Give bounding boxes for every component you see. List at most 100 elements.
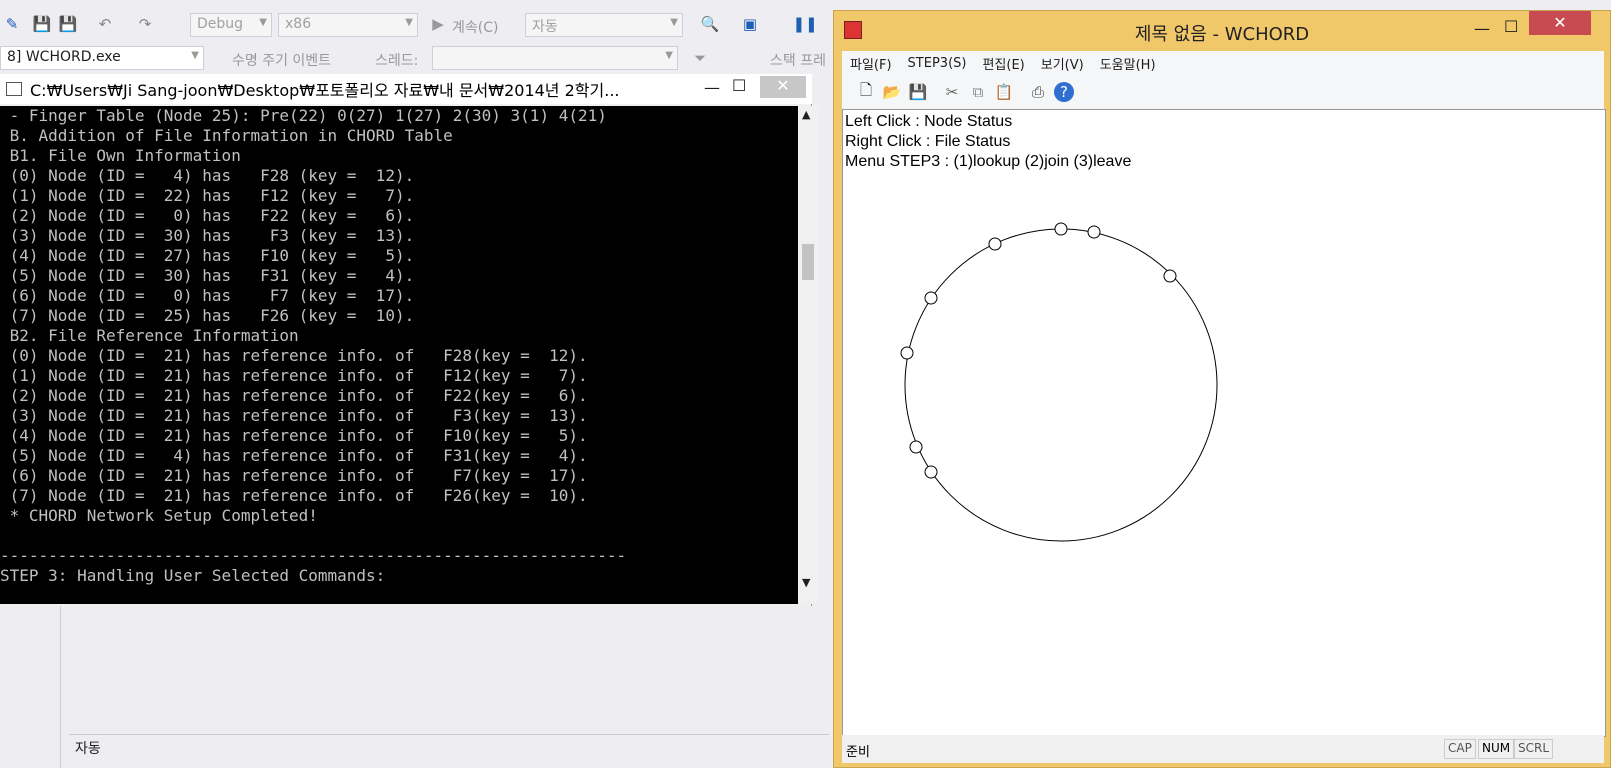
console-line: (5) Node (ID = 4) has reference info. of… — [0, 446, 588, 465]
status-cap: CAP — [1444, 739, 1476, 759]
open-icon[interactable]: ✎ — [2, 14, 22, 34]
pause-icon[interactable]: ❚❚ — [792, 14, 817, 34]
close-icon[interactable]: ✕ — [760, 76, 806, 98]
scroll-down-icon[interactable]: ▼ — [802, 576, 810, 589]
play-icon[interactable]: ▶ — [428, 14, 448, 34]
console-line: (1) Node (ID = 21) has reference info. o… — [0, 366, 588, 385]
console-line: B. Addition of File Information in CHORD… — [0, 126, 453, 145]
thread-combo[interactable]: ▼ — [432, 46, 678, 70]
platform-combo-value: x86 — [285, 16, 312, 32]
chord-node[interactable] — [1163, 269, 1177, 283]
console-line: (2) Node (ID = 0) has F22 (key = 6). — [0, 206, 415, 225]
chord-ring-diagram[interactable] — [843, 110, 1603, 734]
console-line: (2) Node (ID = 21) has reference info. o… — [0, 386, 588, 405]
console-line: (5) Node (ID = 30) has F31 (key = 4). — [0, 266, 415, 285]
find-icon[interactable]: 🔍 — [700, 14, 720, 34]
console-line: (1) Node (ID = 22) has F12 (key = 7). — [0, 186, 415, 205]
console-line: (6) Node (ID = 0) has F7 (key = 17). — [0, 286, 415, 305]
console-line: ----------------------------------------… — [0, 546, 627, 565]
undo-icon[interactable]: ↶ — [95, 14, 115, 34]
console-line: (4) Node (ID = 21) has reference info. o… — [0, 426, 588, 445]
copy-icon[interactable]: ⧉ — [968, 82, 988, 102]
maximize-icon[interactable]: ☐ — [1504, 17, 1518, 36]
config-combo[interactable]: Debug ▼ — [190, 13, 272, 37]
console-line: - Finger Table (Node 25): Pre(22) 0(27) … — [0, 106, 607, 125]
console-output: - Finger Table (Node 25): Pre(22) 0(27) … — [0, 106, 798, 604]
wchord-title: 제목 없음 - WCHORD — [1134, 24, 1310, 45]
help-icon[interactable]: ? — [1054, 82, 1074, 102]
process-combo[interactable]: 8] WCHORD.exe ▼ — [0, 46, 204, 70]
browser-icon[interactable]: ▣ — [740, 14, 760, 34]
console-line: * CHORD Network Setup Completed! — [0, 506, 318, 525]
wchord-titlebar: 제목 없음 - WCHORD — ☐ ✕ — [834, 11, 1610, 49]
chord-node[interactable] — [900, 346, 914, 360]
open-folder-icon[interactable]: 📂 — [882, 82, 902, 102]
auto-combo-value: 자동 — [532, 19, 558, 35]
chevron-down-icon: ▼ — [670, 17, 678, 28]
chord-node[interactable] — [909, 440, 923, 454]
maximize-icon[interactable]: ☐ — [732, 76, 746, 95]
wchord-canvas[interactable]: Left Click : Node Status Right Click : F… — [842, 109, 1606, 737]
print-icon[interactable]: ⎙ — [1028, 82, 1048, 102]
chord-node[interactable] — [1087, 225, 1101, 239]
console-titlebar: C:₩Users₩Ji Sang-joon₩Desktop₩포토폴리오 자료₩내… — [0, 74, 812, 104]
console-line: (4) Node (ID = 27) has F10 (key = 5). — [0, 246, 415, 265]
chevron-down-icon: ▼ — [191, 50, 199, 61]
lifecycle-events-button[interactable]: 수명 주기 이벤트 — [232, 50, 331, 70]
wchord-toolbar: 🗋 📂 💾 ✂ ⧉ 📋 ⎙ ? — [842, 75, 1604, 109]
chord-node[interactable] — [988, 237, 1002, 251]
auto-combo[interactable]: 자동 ▼ — [525, 13, 683, 37]
save-icon[interactable]: 💾 — [908, 82, 928, 102]
console-line: (3) Node (ID = 21) has reference info. o… — [0, 406, 588, 425]
scroll-thumb[interactable] — [802, 244, 814, 280]
minimize-icon[interactable]: — — [1474, 19, 1490, 38]
autos-panel-title[interactable]: 자동 — [69, 734, 829, 757]
console-title: C:₩Users₩Ji Sang-joon₩Desktop₩포토폴리오 자료₩내… — [30, 81, 620, 100]
cut-icon[interactable]: ✂ — [942, 82, 962, 102]
chevron-down-icon: ▼ — [405, 17, 413, 28]
vs-debug-location-bar: 8] WCHORD.exe ▼ 수명 주기 이벤트 스레드: ▼ ⏷ 스택 프레 — [0, 44, 840, 74]
minimize-icon[interactable]: — — [704, 78, 720, 97]
continue-button[interactable]: 계속(C) — [452, 17, 498, 37]
status-num: NUM — [1478, 739, 1515, 759]
console-icon — [6, 82, 22, 96]
menu-help[interactable]: 도움말(H) — [1092, 54, 1164, 73]
paste-icon[interactable]: 📋 — [994, 82, 1014, 102]
close-icon[interactable]: ✕ — [1529, 11, 1591, 35]
status-scrl: SCRL — [1514, 739, 1554, 759]
chord-node[interactable] — [1054, 222, 1068, 236]
new-file-icon[interactable]: 🗋 — [856, 81, 876, 102]
redo-icon[interactable]: ↷ — [135, 14, 155, 34]
save-all-icon[interactable]: 💾 — [58, 14, 78, 34]
scroll-up-icon[interactable]: ▲ — [802, 108, 810, 121]
console-line: (0) Node (ID = 21) has reference info. o… — [0, 346, 588, 365]
console-line: B2. File Reference Information — [0, 326, 299, 345]
console-line: (6) Node (ID = 21) has reference info. o… — [0, 466, 588, 485]
console-line: (0) Node (ID = 4) has F28 (key = 12). — [0, 166, 415, 185]
wchord-window: 제목 없음 - WCHORD — ☐ ✕ 파일(F) STEP3(S) 편집(E… — [833, 10, 1611, 768]
menu-view[interactable]: 보기(V) — [1033, 54, 1092, 73]
chevron-down-icon: ▼ — [259, 17, 267, 28]
status-bar: 준비 CAP NUM SCRL — [842, 735, 1604, 763]
console-window: C:₩Users₩Ji Sang-joon₩Desktop₩포토폴리오 자료₩내… — [0, 74, 818, 606]
filter-icon[interactable]: ⏷ — [690, 48, 710, 68]
config-combo-value: Debug — [197, 16, 244, 32]
platform-combo[interactable]: x86 ▼ — [278, 13, 418, 37]
console-line: (3) Node (ID = 30) has F3 (key = 13). — [0, 226, 415, 245]
menu-file[interactable]: 파일(F) — [842, 54, 900, 73]
chord-node[interactable] — [924, 291, 938, 305]
menu-step3[interactable]: STEP3(S) — [900, 56, 975, 71]
console-line: STEP 3: Handling User Selected Commands: — [0, 566, 386, 585]
chevron-down-icon: ▼ — [665, 50, 673, 61]
chord-node[interactable] — [924, 465, 938, 479]
console-scrollbar[interactable]: ▲ ▼ — [798, 106, 818, 604]
vs-bottom-panel: 자동 — [60, 606, 833, 768]
console-line: (7) Node (ID = 25) has F26 (key = 10). — [0, 306, 415, 325]
status-text: 준비 — [846, 745, 870, 760]
save-icon[interactable]: 💾 — [32, 14, 52, 34]
process-combo-value: 8] WCHORD.exe — [7, 49, 121, 65]
menu-edit[interactable]: 편집(E) — [974, 54, 1032, 73]
console-line: (7) Node (ID = 21) has reference info. o… — [0, 486, 588, 505]
vs-toolbar: ✎ 💾 💾 ↶ ↷ Debug ▼ x86 ▼ ▶ 계속(C) 자동 ▼ 🔍 ▣ ❚❚ — [0, 0, 840, 50]
